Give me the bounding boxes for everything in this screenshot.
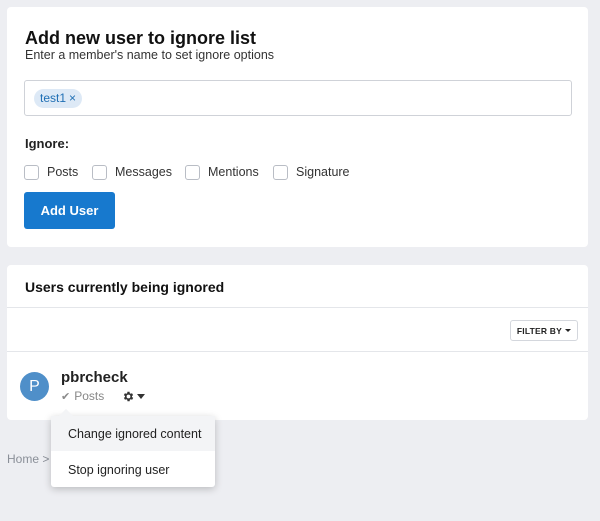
user-options-dropdown: Change ignored content Stop ignoring use… [51,408,215,487]
add-ignore-title: Add new user to ignore list [25,28,257,48]
add-ignore-description: Enter a member's name to set ignore opti… [25,48,275,62]
add-user-button[interactable]: Add User [24,192,115,229]
breadcrumb-home[interactable]: Home [7,452,39,466]
gear-icon [123,391,134,401]
add-ignore-card: Add new user to ignore list Enter a memb… [7,7,588,247]
breadcrumb-separator: > [42,452,50,466]
user-token: test1 × [34,89,83,108]
ignored-users-card: Users currently being ignored FILTER BY … [7,265,588,420]
avatar[interactable]: P [20,372,49,401]
messages-label: Messages [115,165,172,179]
ignore-messages-option[interactable]: Messages [92,164,172,180]
ignored-content-label: Posts [74,389,105,403]
posts-checkbox[interactable] [24,164,39,180]
ignore-mentions-option[interactable]: Mentions [185,164,259,180]
filter-by-button[interactable]: FILTER BY [509,320,578,341]
ignored-username[interactable]: pbrcheck [61,369,128,386]
chevron-down-icon [137,393,145,399]
token-remove-icon[interactable]: × [69,91,76,105]
member-name-input[interactable]: test1 × [24,80,572,116]
signature-checkbox[interactable] [273,164,288,180]
mentions-checkbox[interactable] [185,164,200,180]
stop-ignoring-user-item[interactable]: Stop ignoring user [51,452,215,487]
ignore-options-label: Ignore: [25,136,70,151]
user-token-label: test1 [40,91,67,105]
ignored-content-status: ✔ Posts [61,389,104,403]
messages-checkbox[interactable] [92,164,107,180]
ignored-users-title: Users currently being ignored [25,279,225,295]
check-icon: ✔ [61,390,71,403]
change-ignored-content-item[interactable]: Change ignored content [51,416,215,451]
divider [7,307,588,308]
ignore-posts-option[interactable]: Posts [24,164,78,180]
filter-caret-icon [565,329,571,332]
mentions-label: Mentions [208,165,259,179]
divider [7,351,588,352]
breadcrumb: Home > [7,452,49,466]
signature-label: Signature [296,165,350,179]
ignore-signature-option[interactable]: Signature [273,164,350,180]
filter-by-label: FILTER BY [516,325,562,336]
posts-label: Posts [47,165,79,179]
user-options-menu-button[interactable] [122,389,145,403]
